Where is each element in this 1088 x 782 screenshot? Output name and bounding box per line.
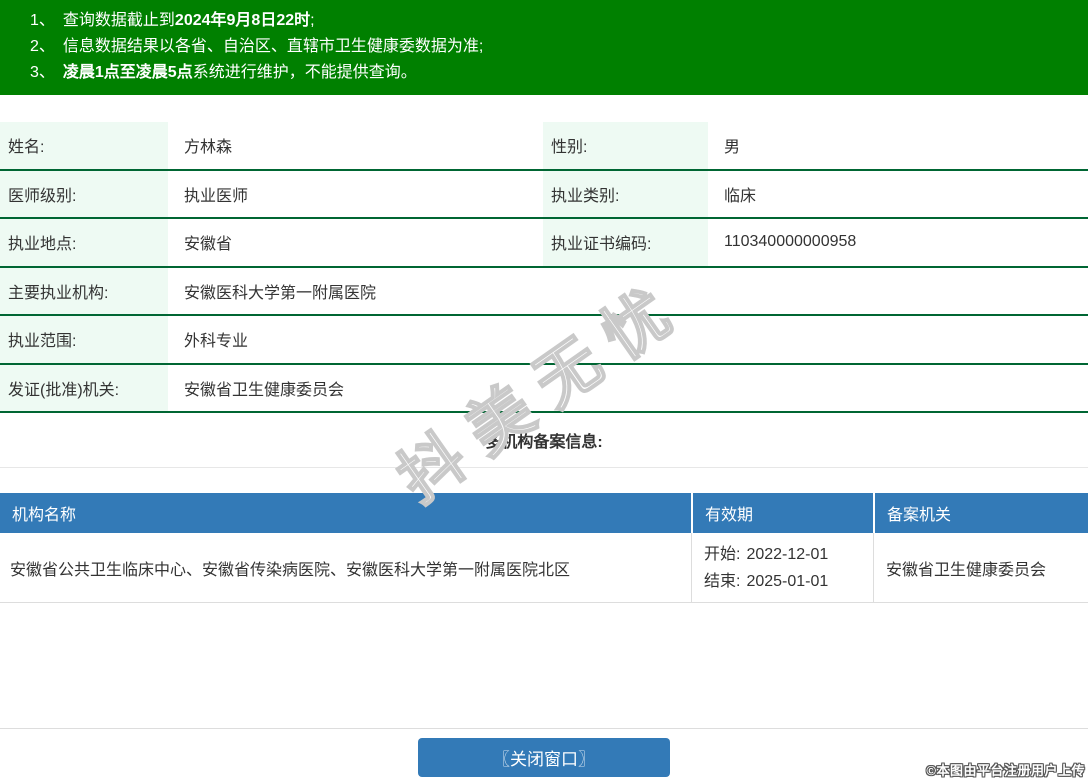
field-label-gender: 性别: [543, 122, 708, 169]
cell-validity-period: 开始: 2022-12-01 结束: 2025-01-01 [691, 533, 873, 602]
field-value-doctor-level: 执业医师 [168, 171, 543, 218]
field-value-practice-category: 临床 [708, 171, 1088, 218]
notice-line-1: 1、查询数据截止到2024年9月8日22时; [30, 8, 1078, 34]
field-value-main-institution: 安徽医科大学第一附属医院 [168, 268, 1088, 315]
field-value-gender: 男 [708, 122, 1088, 169]
field-value-practice-location: 安徽省 [168, 219, 543, 266]
table-row: 姓名: 方林森 性别: 男 [0, 122, 1088, 171]
footer-divider [0, 728, 1088, 729]
notice-line-2: 2、信息数据结果以各省、自治区、直辖市卫生健康委数据为准; [30, 34, 1078, 60]
validity-end-label: 结束: [704, 573, 740, 590]
validity-end: 结束: 2025-01-01 [704, 568, 873, 595]
close-window-button[interactable]: 〖关闭窗口〗 [418, 738, 670, 777]
field-value-issuing-authority: 安徽省卫生健康委员会 [168, 365, 1088, 412]
practitioner-details-table: 姓名: 方林森 性别: 男 医师级别: 执业医师 执业类别: 临床 执业地点: … [0, 122, 1088, 413]
cell-record-authority: 安徽省卫生健康委员会 [873, 533, 1088, 602]
column-header-validity-period: 有效期 [691, 493, 873, 533]
notice-text-bold: 2024年9月8日22时 [175, 12, 310, 29]
cell-institution-names: 安徽省公共卫生临床中心、安徽省传染病医院、安徽医科大学第一附属医院北区 [0, 533, 691, 602]
table-row: 医师级别: 执业医师 执业类别: 临床 [0, 171, 1088, 220]
field-label-main-institution: 主要执业机构: [0, 268, 168, 315]
field-value-practice-scope: 外科专业 [168, 316, 1088, 363]
validity-end-date: 2025-01-01 [746, 573, 828, 590]
table-row: 执业范围: 外科专业 [0, 316, 1088, 365]
notice-banner: 1、查询数据截止到2024年9月8日22时; 2、信息数据结果以各省、自治区、直… [0, 0, 1088, 95]
multi-institution-record-table: 机构名称 有效期 备案机关 安徽省公共卫生临床中心、安徽省传染病医院、安徽医科大… [0, 493, 1088, 603]
field-label-practice-category: 执业类别: [543, 171, 708, 218]
field-value-name: 方林森 [168, 122, 543, 169]
field-label-name: 姓名: [0, 122, 168, 169]
table-row: 执业地点: 安徽省 执业证书编码: 110340000000958 [0, 219, 1088, 268]
notice-line-3: 3、凌晨1点至凌晨5点系统进行维护，不能提供查询。 [30, 60, 1078, 86]
notice-text-tail: ; [310, 12, 314, 29]
column-header-institution-name: 机构名称 [0, 493, 691, 533]
notice-number: 3、 [30, 64, 55, 81]
column-header-record-authority: 备案机关 [873, 493, 1088, 533]
field-label-certificate-number: 执业证书编码: [543, 219, 708, 266]
notice-number: 2、 [30, 38, 55, 55]
validity-start-date: 2022-12-01 [746, 546, 828, 563]
notice-text-bold: 凌晨1点至凌晨5点 [63, 64, 193, 81]
table-row: 主要执业机构: 安徽医科大学第一附属医院 [0, 268, 1088, 317]
field-label-issuing-authority: 发证(批准)机关: [0, 365, 168, 412]
notice-number: 1、 [30, 12, 55, 29]
validity-start-label: 开始: [704, 546, 740, 563]
table-row: 安徽省公共卫生临床中心、安徽省传染病医院、安徽医科大学第一附属医院北区 开始: 2… [0, 533, 1088, 603]
multi-institution-section-title: 多机构备案信息: [0, 413, 1088, 468]
notice-text-tail: 系统进行维护，不能提供查询。 [193, 64, 417, 81]
field-value-certificate-number: 110340000000958 [708, 219, 1088, 266]
field-label-doctor-level: 医师级别: [0, 171, 168, 218]
validity-start: 开始: 2022-12-01 [704, 541, 873, 568]
table-row: 发证(批准)机关: 安徽省卫生健康委员会 [0, 365, 1088, 414]
notice-text: 查询数据截止到 [63, 12, 175, 29]
notice-text: 信息数据结果以各省、自治区、直辖市卫生健康委数据为准; [63, 38, 483, 55]
field-label-practice-location: 执业地点: [0, 219, 168, 266]
record-table-header: 机构名称 有效期 备案机关 [0, 493, 1088, 533]
field-label-practice-scope: 执业范围: [0, 316, 168, 363]
credit-watermark: ©本图由平台注册用户上传 [926, 760, 1085, 779]
